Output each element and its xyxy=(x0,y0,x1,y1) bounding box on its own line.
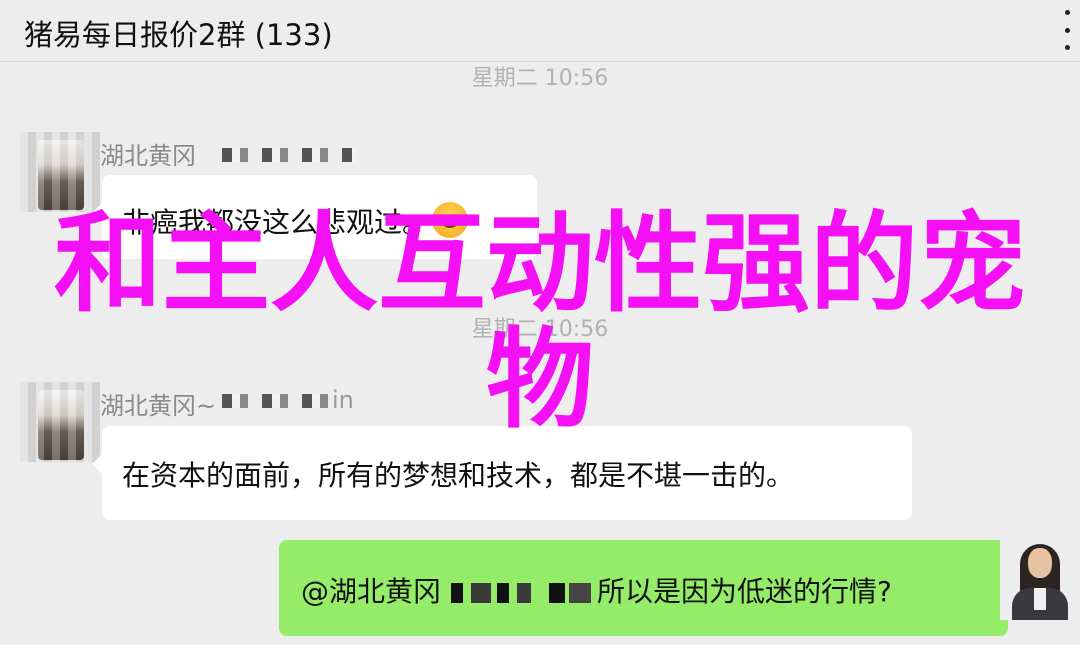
self-avatar[interactable] xyxy=(1000,540,1080,620)
chat-header: 猪易每日报价2群 (133) xyxy=(0,0,1080,62)
redacted-sender-detail xyxy=(222,148,356,162)
sender-avatar[interactable] xyxy=(20,132,100,212)
mention-text: @湖北黄冈 xyxy=(301,575,442,608)
chat-title: 猪易每日报价2群 (133) xyxy=(24,18,333,52)
sender-name: 湖北黄冈 xyxy=(100,142,196,170)
chat-screen: 猪易每日报价2群 (133) 星期二 10:56 湖北黄冈 非癌我都没这么悲观过… xyxy=(0,0,1080,645)
message-text: 所以是因为低迷的行情? xyxy=(597,575,892,608)
message-timestamp: 星期二 10:56 xyxy=(471,66,609,91)
overlay-caption: 和主人互动性强的宠物 xyxy=(53,202,1026,443)
message-text: 在资本的面前，所有的梦想和技术，都是不堪一击的。 xyxy=(122,459,795,492)
self-message-bubble[interactable]: @湖北黄冈 所以是因为低迷的行情? xyxy=(279,540,1018,636)
redacted-mention-detail xyxy=(549,583,592,603)
more-icon[interactable] xyxy=(1058,10,1076,50)
redacted-mention-detail xyxy=(451,583,532,603)
